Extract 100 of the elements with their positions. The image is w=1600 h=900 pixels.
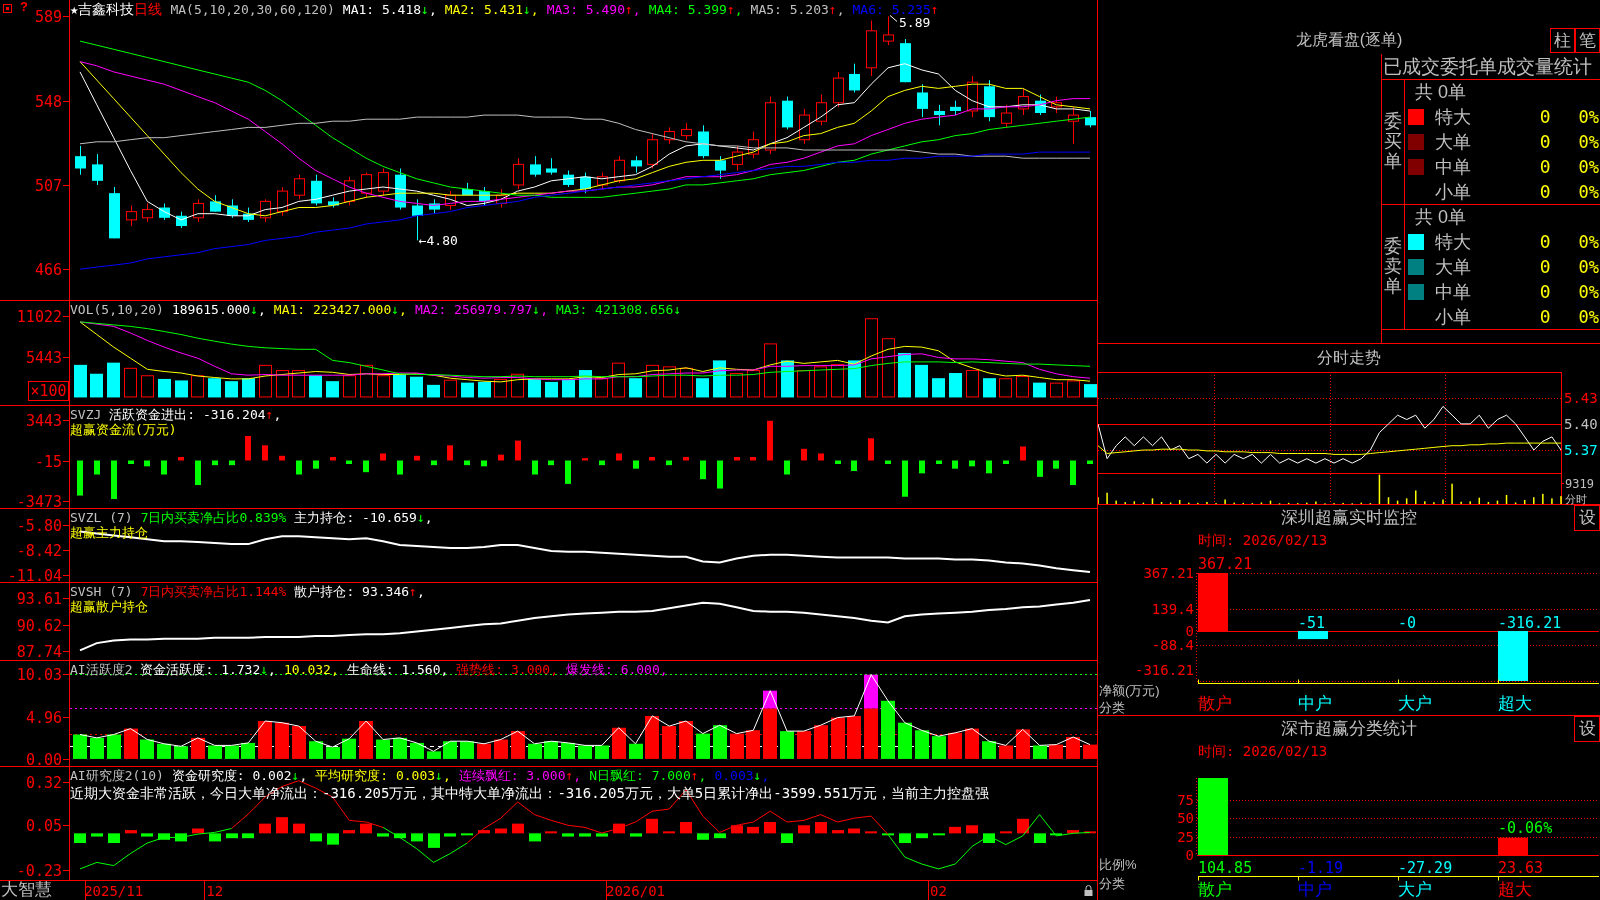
order-size-label: 小单 [1435, 181, 1471, 202]
indicator-bar [700, 460, 706, 480]
category-label: 散户 [1198, 694, 1232, 713]
indicator-bar [309, 741, 323, 759]
brand-label: 大智慧 [1, 880, 52, 900]
indicator-bar [73, 734, 87, 759]
indicator-bar [814, 725, 828, 759]
candle [277, 186, 288, 217]
legend-entry: 7日内买卖净占比0.839% [140, 510, 287, 525]
indicator-bar [229, 460, 235, 466]
volume-bar [74, 364, 87, 398]
star-icon: ★ [70, 2, 79, 17]
candle [513, 157, 524, 190]
volume-bar [797, 370, 810, 398]
legend-entry: SVZJ [70, 407, 102, 422]
indicator-bar [141, 833, 153, 837]
indicator-bar [293, 823, 305, 834]
indicator-bar [747, 826, 759, 834]
indicator-bar [579, 833, 591, 837]
candle [109, 186, 120, 239]
volume-bar [124, 367, 137, 398]
axis-title: 分类 [1099, 876, 1125, 891]
candle [1001, 104, 1012, 128]
indicator-bar [851, 460, 857, 471]
legend-entry: MA3: 421308.656↓ [556, 302, 682, 317]
chart-caption: 超赢资金流(万元) [70, 422, 177, 437]
axis-label: 93.61 [16, 589, 62, 608]
settings-button[interactable]: 设 [1574, 716, 1600, 742]
indicator-bar [750, 457, 756, 461]
indicator-bar [562, 833, 574, 837]
order-count: 0 [1539, 232, 1551, 253]
indicator-bar [734, 457, 740, 461]
indicator-bar [330, 457, 336, 461]
legend-entry: MA2: 5.431↓, [444, 2, 539, 17]
indicator-bar [326, 747, 340, 759]
volume-bar [259, 364, 272, 398]
candle [260, 198, 271, 223]
indicator-bar [397, 460, 403, 475]
indicator-bar [494, 739, 508, 759]
value-label: -1.19 [1298, 858, 1344, 877]
legend-entry: MA6: 5.235↑ [852, 2, 939, 17]
indicator-bar [427, 751, 441, 759]
value-label: -0 [1398, 613, 1417, 632]
volume-bar [292, 370, 305, 398]
toggle-button[interactable]: 柱 [1550, 28, 1575, 53]
volume-bar [107, 362, 120, 398]
date-label: 2026/01 [606, 883, 665, 899]
indicator-bar [428, 833, 440, 848]
volume-bar [141, 375, 154, 398]
candle [546, 157, 557, 176]
indicator-bar [444, 833, 456, 837]
legend-entry: 7日内买卖净占比1.144% [140, 584, 287, 599]
indicator-bar [646, 818, 658, 834]
axis-label: 466 [34, 260, 62, 279]
candle [176, 211, 187, 229]
candle [210, 194, 221, 213]
volume-bar [545, 381, 558, 398]
volume-bar [1160, 501, 1163, 504]
candle [698, 124, 709, 159]
axis-label: -11.04 [7, 566, 62, 582]
volume-bar [360, 364, 373, 398]
volume-bar [747, 370, 760, 398]
value-label: -316.21 [1498, 613, 1562, 632]
indicator-bar [111, 460, 117, 500]
period-label: 日线 [134, 2, 163, 17]
indicator-bar [192, 828, 204, 834]
candle [243, 207, 254, 223]
indicator-bar [498, 454, 504, 461]
indicator-bar [1033, 745, 1047, 759]
indicator-bar [1037, 460, 1043, 477]
indicator-bar [414, 455, 420, 461]
indicator-bar [881, 700, 895, 759]
candle [75, 145, 86, 176]
indicator-bar [781, 833, 793, 843]
indicator-bar [969, 460, 975, 467]
legend-entry: MA2: 256979.797↓, [414, 302, 548, 317]
indicator-bar [515, 440, 521, 461]
candle [765, 96, 776, 155]
indicator-bar [276, 817, 288, 834]
indicator-bar [108, 833, 120, 843]
settings-button[interactable]: 设 [1574, 505, 1600, 531]
order-count: 0 [1539, 257, 1551, 277]
date-label: 02 [930, 883, 947, 899]
axis-label: -3473 [16, 492, 62, 508]
indicator-bar [1034, 833, 1046, 843]
indicator-bar [630, 833, 642, 837]
help-icon: ? [20, 0, 28, 14]
candle [92, 153, 103, 186]
axis-title: 分时 [1565, 493, 1587, 505]
indicator-bar [346, 460, 352, 464]
indicator-bar [512, 823, 524, 834]
panel-title: 分时走势 [1317, 349, 1381, 367]
toggle-button[interactable]: 笔 [1575, 28, 1600, 53]
category-label: 超大 [1498, 880, 1532, 899]
axis-label: 3443 [25, 411, 62, 430]
indicator-bar [595, 745, 609, 759]
indicator-bar [91, 833, 103, 837]
volume-bar [696, 378, 709, 398]
axis-label: 9319 [1565, 476, 1594, 491]
legend-entry: 资金活跃度: 1.732↓, [140, 662, 276, 677]
